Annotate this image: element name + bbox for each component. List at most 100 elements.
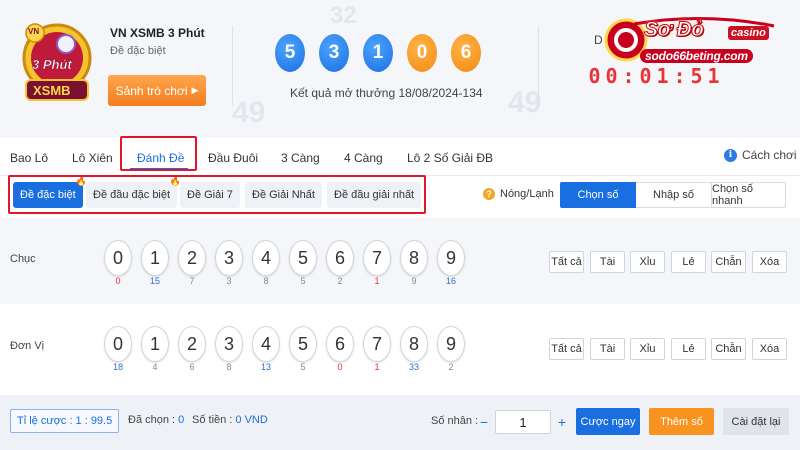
how-to-play-link[interactable]: i Cách chơi: [724, 148, 797, 162]
countdown-digit: 0: [588, 64, 601, 88]
number-ball-8[interactable]: 8: [400, 240, 428, 276]
miss-count: 16: [445, 276, 456, 286]
hot-cold-label: Nóng/Lạnh: [500, 188, 554, 200]
header-divider: [538, 26, 539, 106]
input-mode-group: Chọn số Nhập số Chọn số nhanh: [560, 182, 786, 208]
hot-cold-toggle[interactable]: ? Nóng/Lạnh: [483, 188, 554, 200]
tab-lo-xien[interactable]: Lô Xiên: [72, 151, 113, 165]
number-ball-3[interactable]: 3: [215, 240, 243, 276]
reset-button[interactable]: Cài đặt lại: [723, 408, 789, 435]
selected-value: 0: [178, 414, 185, 426]
miss-count: 3: [226, 276, 232, 286]
number-ball-1[interactable]: 1: [141, 240, 169, 276]
quick-select-xoa-button[interactable]: Xóa: [752, 338, 787, 360]
number-ball-3[interactable]: 3: [215, 326, 243, 362]
number-ball-9[interactable]: 9: [437, 240, 465, 276]
number-ball-7[interactable]: 7: [363, 240, 391, 276]
tab-bao-lo[interactable]: Bao Lô: [10, 151, 48, 165]
odds-box: Tỉ lệ cược : 1 : 99.5: [10, 409, 120, 433]
logo-text-xsmb: XSMB: [33, 83, 71, 98]
plus-button[interactable]: +: [551, 410, 573, 434]
countdown-label: D: [594, 33, 603, 47]
number-ball-0[interactable]: 0: [104, 240, 132, 276]
miss-count: 13: [260, 362, 271, 372]
number-ball-2[interactable]: 2: [178, 326, 206, 362]
mode-quick-choose[interactable]: Chọn số nhanh: [712, 182, 786, 208]
result-ball: 3: [319, 34, 349, 72]
tab-4-cang[interactable]: 4 Càng: [344, 151, 383, 165]
amount-value: 0 VND: [235, 414, 268, 426]
miss-count: 7: [189, 276, 195, 286]
tab-3-cang[interactable]: 3 Càng: [281, 151, 320, 165]
quick-select-all-button[interactable]: Tất cả: [549, 251, 584, 273]
quick-select-tai-button[interactable]: Tài: [590, 251, 625, 273]
quick-select-chan-button[interactable]: Chẵn: [711, 251, 746, 273]
miss-count: 2: [448, 362, 454, 372]
quick-select-xoa-button[interactable]: Xóa: [752, 251, 787, 273]
miss-count: 0: [115, 276, 121, 286]
number-ball-1[interactable]: 1: [141, 326, 169, 362]
quick-select-tai-button[interactable]: Tài: [590, 338, 625, 360]
quick-select-all-button[interactable]: Tất cả: [549, 338, 584, 360]
row-label-tens: Chục: [10, 253, 36, 265]
miss-count: 5: [300, 362, 306, 372]
result-ball: 1: [363, 34, 393, 72]
background-number: 32: [330, 2, 357, 29]
bet-amount: Số tiền : 0 VND: [192, 414, 268, 426]
miss-count: 33: [408, 362, 419, 372]
miss-count: 6: [189, 362, 195, 372]
number-ball-9[interactable]: 9: [437, 326, 465, 362]
result-ball: 6: [451, 34, 481, 72]
how-to-play-label: Cách chơi: [742, 148, 797, 162]
result-ball: 5: [275, 34, 305, 72]
quick-select-chan-button[interactable]: Chẵn: [711, 338, 746, 360]
odds-value: 1 : 99.5: [75, 415, 113, 427]
info-icon: i: [724, 148, 737, 162]
miss-count: 2: [337, 276, 343, 286]
miss-count: 8: [263, 276, 269, 286]
miss-count: 8: [226, 362, 232, 372]
logo-badge: VN: [28, 27, 40, 36]
number-ball-0[interactable]: 0: [104, 326, 132, 362]
mode-enter-number[interactable]: Nhập số: [636, 182, 712, 208]
number-ball-4[interactable]: 4: [252, 326, 280, 362]
quick-select-xiu-button[interactable]: Xỉu: [630, 338, 665, 360]
number-ball-5[interactable]: 5: [289, 240, 317, 276]
multiplier-input[interactable]: [495, 410, 551, 434]
minus-button[interactable]: −: [473, 410, 495, 434]
game-subtitle: Đề đặc biệt: [110, 45, 166, 57]
odds-label: Tỉ lệ cược :: [17, 415, 73, 427]
selected-count: Đã chọn : 0: [128, 414, 184, 426]
multiplier-label: Số nhân :: [431, 415, 479, 427]
mode-choose-number[interactable]: Chọn số: [560, 182, 636, 208]
quick-select-le-button[interactable]: Lẻ: [671, 251, 706, 273]
miss-count: 15: [149, 276, 160, 286]
multiplier-stepper: − +: [473, 410, 573, 434]
miss-count: 4: [152, 362, 158, 372]
selected-label: Đã chọn :: [128, 414, 176, 426]
miss-count: 9: [411, 276, 417, 286]
number-ball-5[interactable]: 5: [289, 326, 317, 362]
background-number: 49: [508, 86, 542, 119]
play-icon: ▶: [191, 85, 199, 95]
number-ball-6[interactable]: 6: [326, 240, 354, 276]
number-ball-2[interactable]: 2: [178, 240, 206, 276]
quick-select-le-button[interactable]: Lẻ: [671, 338, 706, 360]
number-ball-7[interactable]: 7: [363, 326, 391, 362]
number-ball-4[interactable]: 4: [252, 240, 280, 276]
number-ball-6[interactable]: 6: [326, 326, 354, 362]
quick-select-xiu-button[interactable]: Xỉu: [630, 251, 665, 273]
brand-name: Sơ Đỏ: [643, 18, 704, 42]
number-ball-8[interactable]: 8: [400, 326, 428, 362]
add-number-button[interactable]: Thêm số: [649, 408, 714, 435]
tab-lo-2-so-giai-db[interactable]: Lô 2 Số Giải ĐB: [407, 151, 493, 165]
result-draw-text: Kết quả mở thưởng 18/08/2024-134: [290, 86, 483, 100]
amount-label: Số tiền :: [192, 414, 233, 426]
brand-url: sodo66beting.com: [640, 49, 753, 63]
lobby-button[interactable]: Sảnh trò chơi ▶: [108, 75, 206, 106]
tab-dau-duoi[interactable]: Đầu Đuôi: [208, 151, 258, 165]
game-title: VN XSMB 3 Phút: [110, 26, 205, 40]
bet-now-button[interactable]: Cược ngay: [576, 408, 640, 435]
background-number: 49: [232, 96, 266, 129]
highlight-box: [120, 136, 197, 171]
